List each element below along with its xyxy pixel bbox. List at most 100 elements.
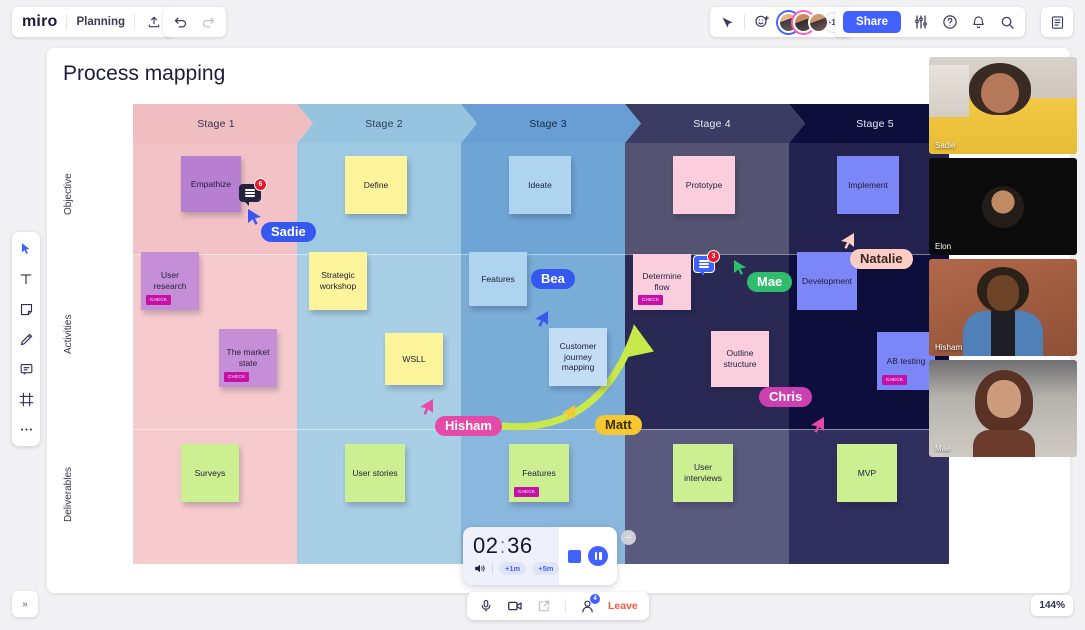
sticky-text: Features: [481, 274, 515, 285]
upload-icon[interactable]: [144, 13, 163, 32]
divider: [492, 564, 493, 574]
pause-button[interactable]: [588, 546, 608, 566]
miro-logo[interactable]: miro: [22, 13, 57, 31]
undo-icon[interactable]: [171, 13, 190, 32]
stop-button[interactable]: [568, 550, 581, 563]
pointer-share-icon[interactable]: [718, 13, 737, 32]
timer-display-group: 02:36 +1m +5m: [463, 527, 559, 585]
text-tool[interactable]: [16, 269, 36, 289]
help-circle-icon[interactable]: [940, 13, 959, 32]
screen-share-icon[interactable]: [536, 598, 552, 614]
stage-header-3: Stage 3: [461, 104, 641, 143]
sticky-text: Ideate: [528, 180, 552, 191]
select-tool[interactable]: [16, 239, 36, 259]
timer-collapse-button[interactable]: –: [621, 530, 636, 545]
video-tile[interactable]: Elon: [929, 158, 1077, 255]
cursor-label: Chris: [759, 387, 812, 407]
sticky-note[interactable]: Development: [797, 252, 857, 310]
cursor-label: Matt: [595, 415, 642, 435]
sticky-note[interactable]: Empathize: [181, 156, 241, 212]
add-reaction-icon[interactable]: [752, 13, 771, 32]
sticky-note[interactable]: Determine flow CHECK: [633, 254, 691, 310]
microphone-icon[interactable]: [478, 598, 494, 614]
sticky-note[interactable]: WSLL: [385, 333, 443, 385]
sticky-text: Customer journey mapping: [553, 341, 603, 373]
sticky-note[interactable]: Define: [345, 156, 407, 214]
cursor-label: Sadie: [261, 222, 316, 242]
sticky-note[interactable]: Features: [469, 252, 527, 306]
sticky-note[interactable]: MVP: [837, 444, 897, 502]
video-tile-name: Mae: [935, 444, 951, 453]
sticky-note[interactable]: AB testing CHECK: [877, 332, 935, 390]
timer-widget[interactable]: 02:36 +1m +5m: [463, 527, 617, 585]
sticky-note[interactable]: User research CHECK: [141, 252, 199, 310]
timer-separator: :: [499, 533, 506, 558]
sticky-note[interactable]: Customer journey mapping: [549, 328, 607, 386]
page-title: Process mapping: [63, 62, 225, 86]
row-label-activities: Activities: [63, 254, 127, 414]
sticky-note[interactable]: User interviews: [673, 444, 733, 502]
sticky-note[interactable]: The market state CHECK: [219, 329, 277, 387]
sticky-note[interactable]: Strategic workshop: [309, 252, 367, 310]
stage-header-1: Stage 1: [133, 104, 313, 143]
divider: [744, 14, 745, 30]
video-tile[interactable]: Mae: [929, 360, 1077, 457]
redo-icon[interactable]: [199, 13, 218, 32]
sticky-text: Outline structure: [715, 348, 765, 369]
sticky-note[interactable]: Outline structure: [711, 331, 769, 387]
sticky-note[interactable]: Ideate: [509, 156, 571, 214]
cursor-arrow-natalie-icon: [839, 232, 855, 250]
leave-button[interactable]: Leave: [608, 600, 638, 612]
zoom-level-indicator[interactable]: 144%: [1031, 595, 1073, 616]
cursor-natalie: Natalie: [850, 249, 913, 269]
sticky-text: MVP: [858, 468, 876, 479]
bell-icon[interactable]: [969, 13, 988, 32]
divider: [134, 14, 135, 30]
cursor-arrow-chris-icon: [809, 416, 825, 434]
sticky-text: WSLL: [402, 354, 425, 365]
sticky-note[interactable]: Implement: [837, 156, 899, 214]
cursor-bea: Bea: [531, 269, 575, 289]
sliders-icon[interactable]: [911, 13, 930, 32]
comment-bubble[interactable]: 3: [693, 255, 715, 273]
stage-label: Stage 4: [625, 104, 805, 143]
search-icon[interactable]: [998, 13, 1017, 32]
video-tile-name: Hisham: [935, 343, 962, 352]
sticky-text: Prototype: [686, 180, 722, 191]
add-1m-button[interactable]: +1m: [499, 562, 526, 575]
sticky-note[interactable]: Prototype: [673, 156, 735, 214]
comment-bubble[interactable]: 6: [239, 184, 261, 202]
board-name[interactable]: Planning: [76, 16, 125, 28]
video-camera-icon[interactable]: [507, 598, 523, 614]
participants-icon[interactable]: 4: [579, 598, 595, 614]
sticky-note[interactable]: Features CHECK: [509, 444, 569, 502]
row-label-deliverables: Deliverables: [63, 429, 127, 559]
sticky-note-tool[interactable]: [16, 299, 36, 319]
notes-panel-icon[interactable]: [1048, 13, 1067, 32]
add-5m-button[interactable]: +5m: [532, 562, 559, 575]
share-button[interactable]: Share: [843, 11, 901, 33]
board-identity-group: miro Planning: [12, 7, 173, 37]
video-tile[interactable]: Hisham: [929, 259, 1077, 356]
sticky-text: Strategic workshop: [313, 270, 363, 291]
sticky-note[interactable]: User stories: [345, 444, 405, 502]
pen-icon[interactable]: [16, 329, 36, 349]
comment-icon[interactable]: [16, 359, 36, 379]
sticky-text: User research: [145, 270, 195, 291]
frame-icon[interactable]: [16, 389, 36, 409]
participants-count-badge: 4: [590, 594, 600, 604]
volume-icon[interactable]: [473, 562, 486, 575]
avatar[interactable]: [808, 12, 829, 33]
sticky-note[interactable]: Surveys: [181, 444, 239, 502]
sticky-text: Define: [364, 180, 389, 191]
video-tile[interactable]: Sadie: [929, 57, 1077, 154]
notes-panel-group: [1041, 7, 1073, 37]
sticky-text: Implement: [848, 180, 888, 191]
board-canvas[interactable]: Process mapping Objective Activities Del…: [47, 48, 1070, 593]
cursor-arrow-icon: [247, 208, 263, 226]
sticky-tag: CHECK: [146, 295, 171, 305]
expand-panel-button[interactable]: »: [12, 591, 38, 617]
row-label-objective: Objective: [63, 144, 127, 244]
cursor-arrow-hisham-icon: [418, 398, 434, 416]
ellipsis-icon[interactable]: [16, 419, 36, 439]
